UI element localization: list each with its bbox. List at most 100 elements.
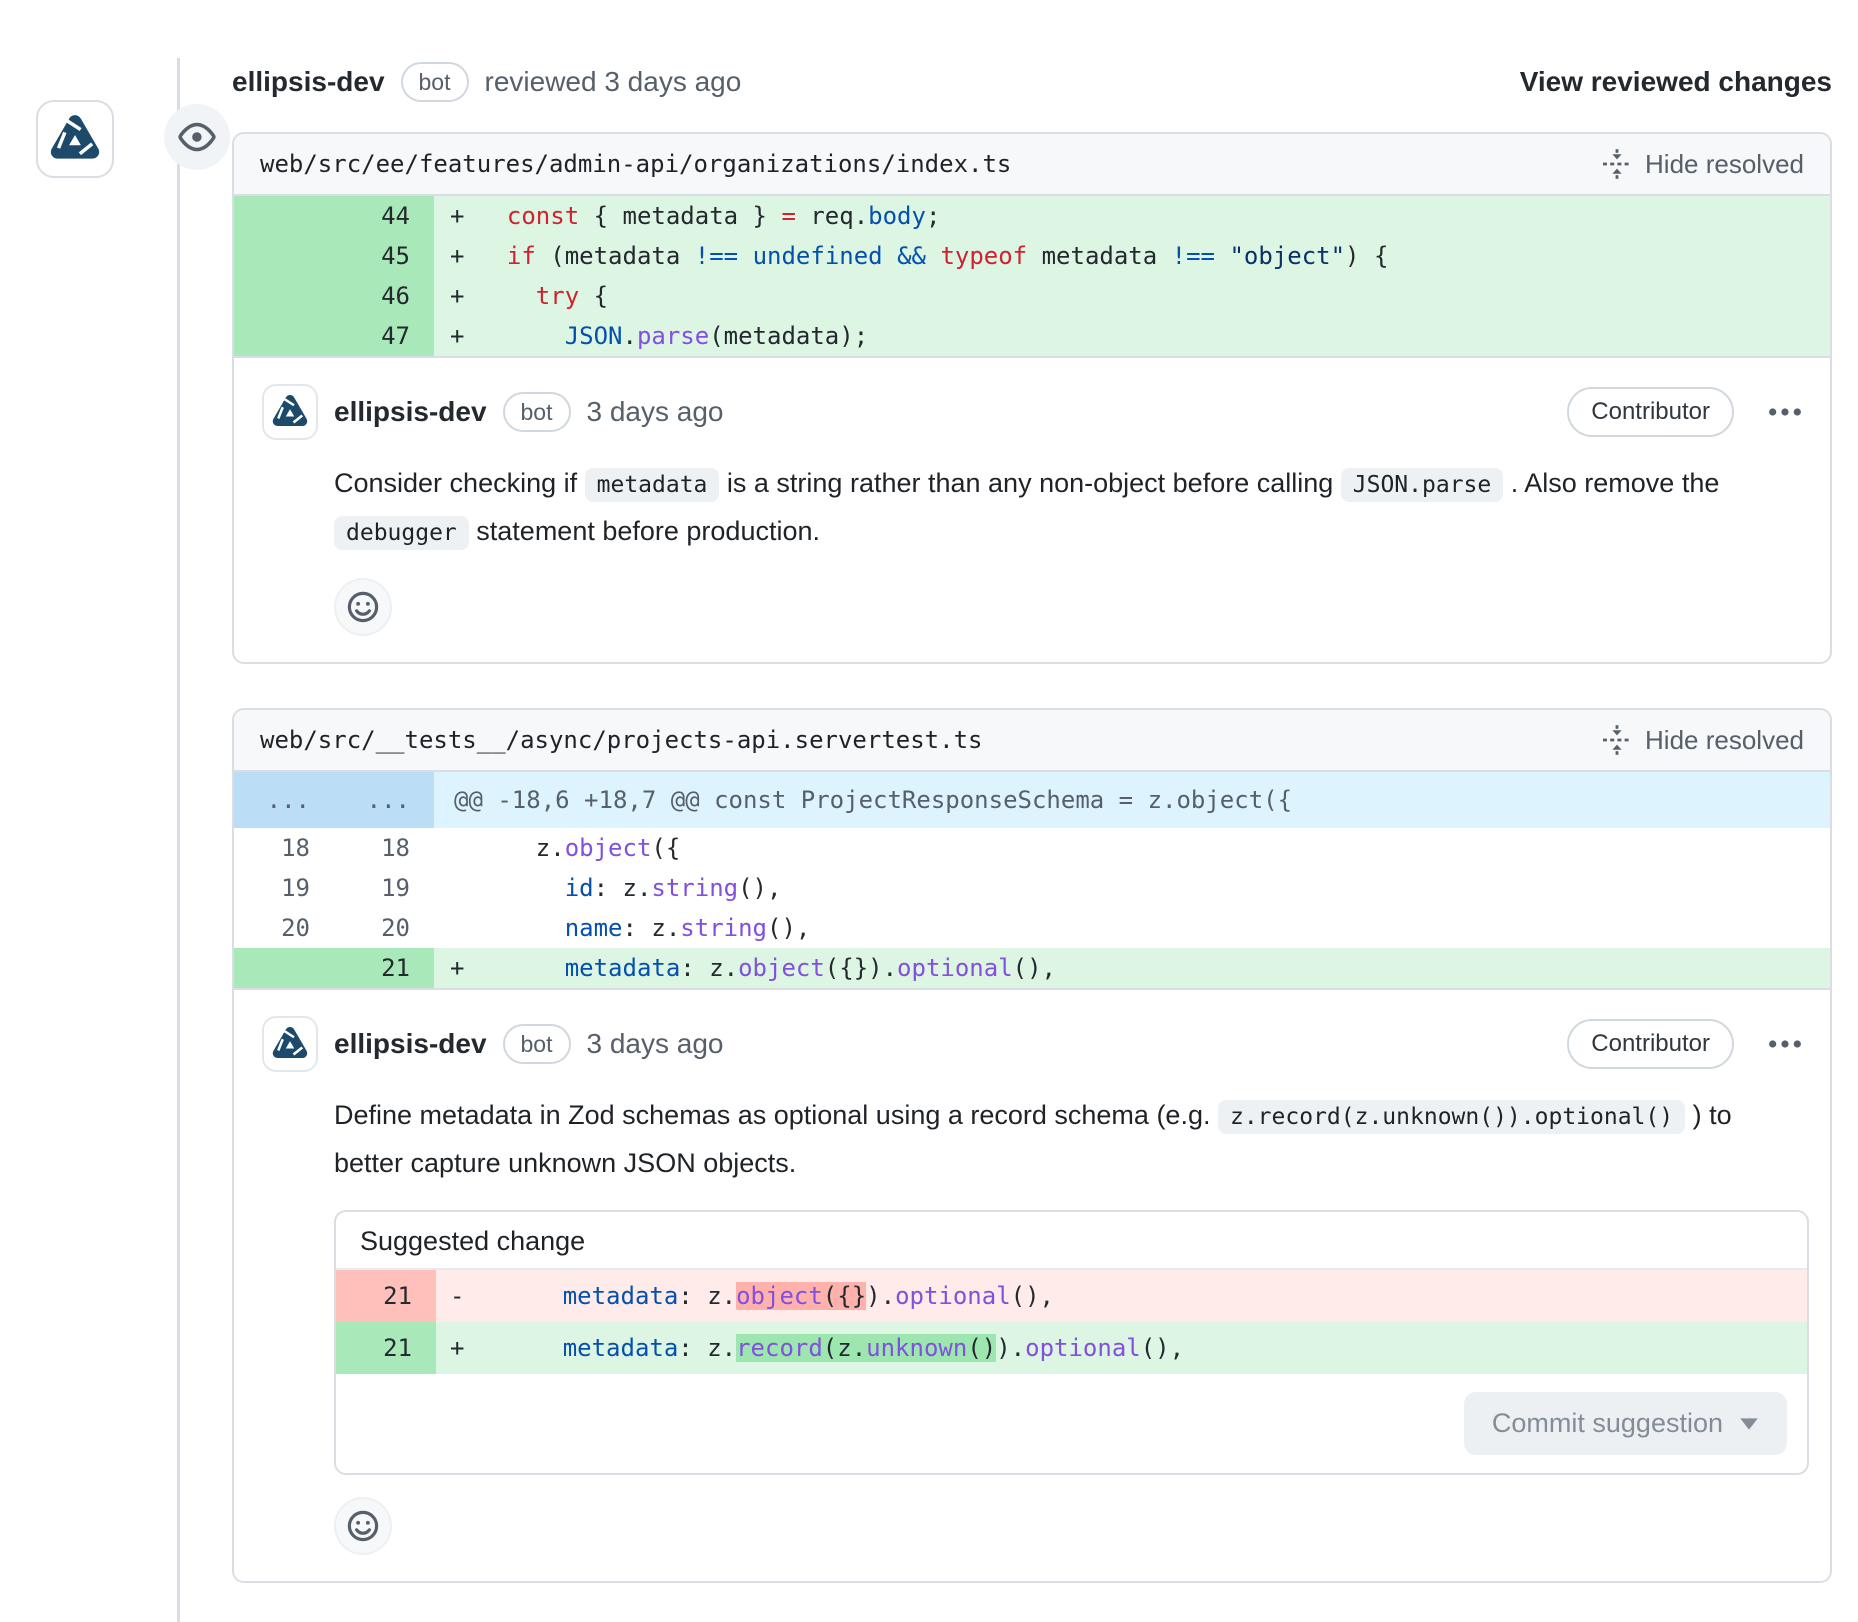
ellipsis-logo-icon xyxy=(47,111,103,167)
line-number: 18 xyxy=(234,828,334,868)
diff-add-row: 46+ try { xyxy=(234,276,1830,316)
diff-marker: + xyxy=(434,948,478,988)
file-header: web/src/ee/features/admin-api/organizati… xyxy=(234,134,1830,196)
code-line: - metadata: z.object({}).optional(), xyxy=(436,1270,1807,1322)
diff-marker: + xyxy=(434,316,478,356)
line-number: 21 xyxy=(336,1322,436,1374)
hunk-row: ......@@ -18,6 +18,7 @@ const ProjectRes… xyxy=(234,772,1830,828)
line-number: 44 xyxy=(334,196,434,236)
fold-icon xyxy=(1601,724,1633,756)
code-line: + try { xyxy=(434,276,1830,316)
smiley-icon xyxy=(346,590,380,624)
diff-context-row: 1818 z.object({ xyxy=(234,828,1830,868)
code-line: id: z.string(), xyxy=(434,868,1830,908)
add-reaction-button[interactable] xyxy=(334,1497,392,1555)
inline-code: debugger xyxy=(334,516,469,550)
reviewer-name[interactable]: ellipsis-dev xyxy=(232,66,385,98)
code-line: + JSON.parse(metadata); xyxy=(434,316,1830,356)
fold-icon xyxy=(1601,148,1633,180)
diff-block: ......@@ -18,6 +18,7 @@ const ProjectRes… xyxy=(234,772,1830,988)
add-reaction-button[interactable] xyxy=(334,578,392,636)
diff-marker: + xyxy=(434,196,478,236)
line-number xyxy=(234,948,334,988)
diff-context-row: 2020 name: z.string(), xyxy=(234,908,1830,948)
eye-icon xyxy=(164,104,230,170)
file-path-link[interactable]: web/src/__tests__/async/projects-api.ser… xyxy=(260,726,982,754)
ellipsis-logo-icon xyxy=(270,1024,310,1064)
diff-marker: + xyxy=(434,276,478,316)
code-line: + const { metadata } = req.body; xyxy=(434,196,1830,236)
commit-suggestion-label: Commit suggestion xyxy=(1492,1408,1723,1439)
kebab-menu-button[interactable] xyxy=(1768,395,1802,429)
review-thread-card-1: web/src/ee/features/admin-api/organizati… xyxy=(232,132,1832,664)
suggestion-del-row: 21- metadata: z.object({}).optional(), xyxy=(336,1270,1807,1322)
code-line: + metadata: z.record(z.unknown()).option… xyxy=(436,1322,1807,1374)
view-reviewed-changes-link[interactable]: View reviewed changes xyxy=(1520,66,1832,98)
diff-add-row: 44+ const { metadata } = req.body; xyxy=(234,196,1830,236)
file-path-link[interactable]: web/src/ee/features/admin-api/organizati… xyxy=(260,150,1011,178)
kebab-menu-button[interactable] xyxy=(1768,1027,1802,1061)
comment-author[interactable]: ellipsis-dev xyxy=(334,396,487,428)
code-line: z.object({ xyxy=(434,828,1830,868)
review-thread-card-2: web/src/__tests__/async/projects-api.ser… xyxy=(232,708,1832,1583)
code-line: + if (metadata !== undefined && typeof m… xyxy=(434,236,1830,276)
contributor-badge: Contributor xyxy=(1567,387,1734,437)
suggested-change-block: Suggested change 21- metadata: z.object(… xyxy=(334,1210,1809,1475)
diff-add-row: 21+ metadata: z.object({}).optional(), xyxy=(234,948,1830,988)
kebab-horizontal-icon xyxy=(1768,395,1802,429)
diff-marker: - xyxy=(436,1270,476,1322)
diff-marker: + xyxy=(436,1322,476,1374)
diff-add-row: 45+ if (metadata !== undefined && typeof… xyxy=(234,236,1830,276)
commit-suggestion-button[interactable]: Commit suggestion xyxy=(1464,1392,1787,1455)
inline-code: z.record(z.unknown()).optional() xyxy=(1218,1100,1685,1134)
hide-resolved-label: Hide resolved xyxy=(1645,149,1804,180)
line-number xyxy=(234,236,334,276)
chevron-down-icon xyxy=(1739,1417,1759,1431)
review-comment: ellipsis-dev bot 3 days ago Contributor … xyxy=(234,356,1830,662)
line-number: 19 xyxy=(334,868,434,908)
comment-author[interactable]: ellipsis-dev xyxy=(334,1028,487,1060)
reviewer-avatar[interactable] xyxy=(36,100,114,178)
kebab-horizontal-icon xyxy=(1768,1027,1802,1061)
comment-body: Consider checking if metadata is a strin… xyxy=(334,460,1832,556)
bot-badge: bot xyxy=(401,62,469,102)
comment-header: ellipsis-dev bot 3 days ago Contributor xyxy=(262,384,1802,440)
hide-resolved-label: Hide resolved xyxy=(1645,725,1804,756)
code-line: name: z.string(), xyxy=(434,908,1830,948)
suggestion-add-row: 21+ metadata: z.record(z.unknown()).opti… xyxy=(336,1322,1807,1374)
line-number: 20 xyxy=(334,908,434,948)
line-number: ... xyxy=(234,772,334,828)
line-number: 21 xyxy=(336,1270,436,1322)
comment-body: Define metadata in Zod schemas as option… xyxy=(334,1092,1832,1186)
suggestion-footer: Commit suggestion xyxy=(336,1374,1807,1473)
line-number: ... xyxy=(334,772,434,828)
review-comment: ellipsis-dev bot 3 days ago Contributor … xyxy=(234,988,1830,1581)
comment-avatar[interactable] xyxy=(262,384,318,440)
review-action-text: reviewed 3 days ago xyxy=(485,66,742,98)
contributor-badge: Contributor xyxy=(1567,1019,1734,1069)
hide-resolved-button[interactable]: Hide resolved xyxy=(1601,148,1804,180)
inline-code: metadata xyxy=(585,468,720,502)
line-number: 45 xyxy=(334,236,434,276)
hunk-header-text: @@ -18,6 +18,7 @@ const ProjectResponseS… xyxy=(434,772,1830,828)
line-number xyxy=(234,196,334,236)
smiley-icon xyxy=(346,1509,380,1543)
bot-badge: bot xyxy=(503,392,571,432)
diff-add-row: 47+ JSON.parse(metadata); xyxy=(234,316,1830,356)
hide-resolved-button[interactable]: Hide resolved xyxy=(1601,724,1804,756)
line-number xyxy=(234,276,334,316)
code-line: + metadata: z.object({}).optional(), xyxy=(434,948,1830,988)
comment-timestamp[interactable]: 3 days ago xyxy=(587,396,724,428)
suggested-change-title: Suggested change xyxy=(336,1212,1807,1270)
diff-context-row: 1919 id: z.string(), xyxy=(234,868,1830,908)
timeline-line xyxy=(177,58,180,1622)
comment-timestamp[interactable]: 3 days ago xyxy=(587,1028,724,1060)
line-number: 46 xyxy=(334,276,434,316)
diff-marker: + xyxy=(434,236,478,276)
line-number: 20 xyxy=(234,908,334,948)
comment-avatar[interactable] xyxy=(262,1016,318,1072)
ellipsis-logo-icon xyxy=(270,392,310,432)
inline-code: JSON.parse xyxy=(1341,468,1503,502)
line-number xyxy=(234,316,334,356)
line-number: 47 xyxy=(334,316,434,356)
